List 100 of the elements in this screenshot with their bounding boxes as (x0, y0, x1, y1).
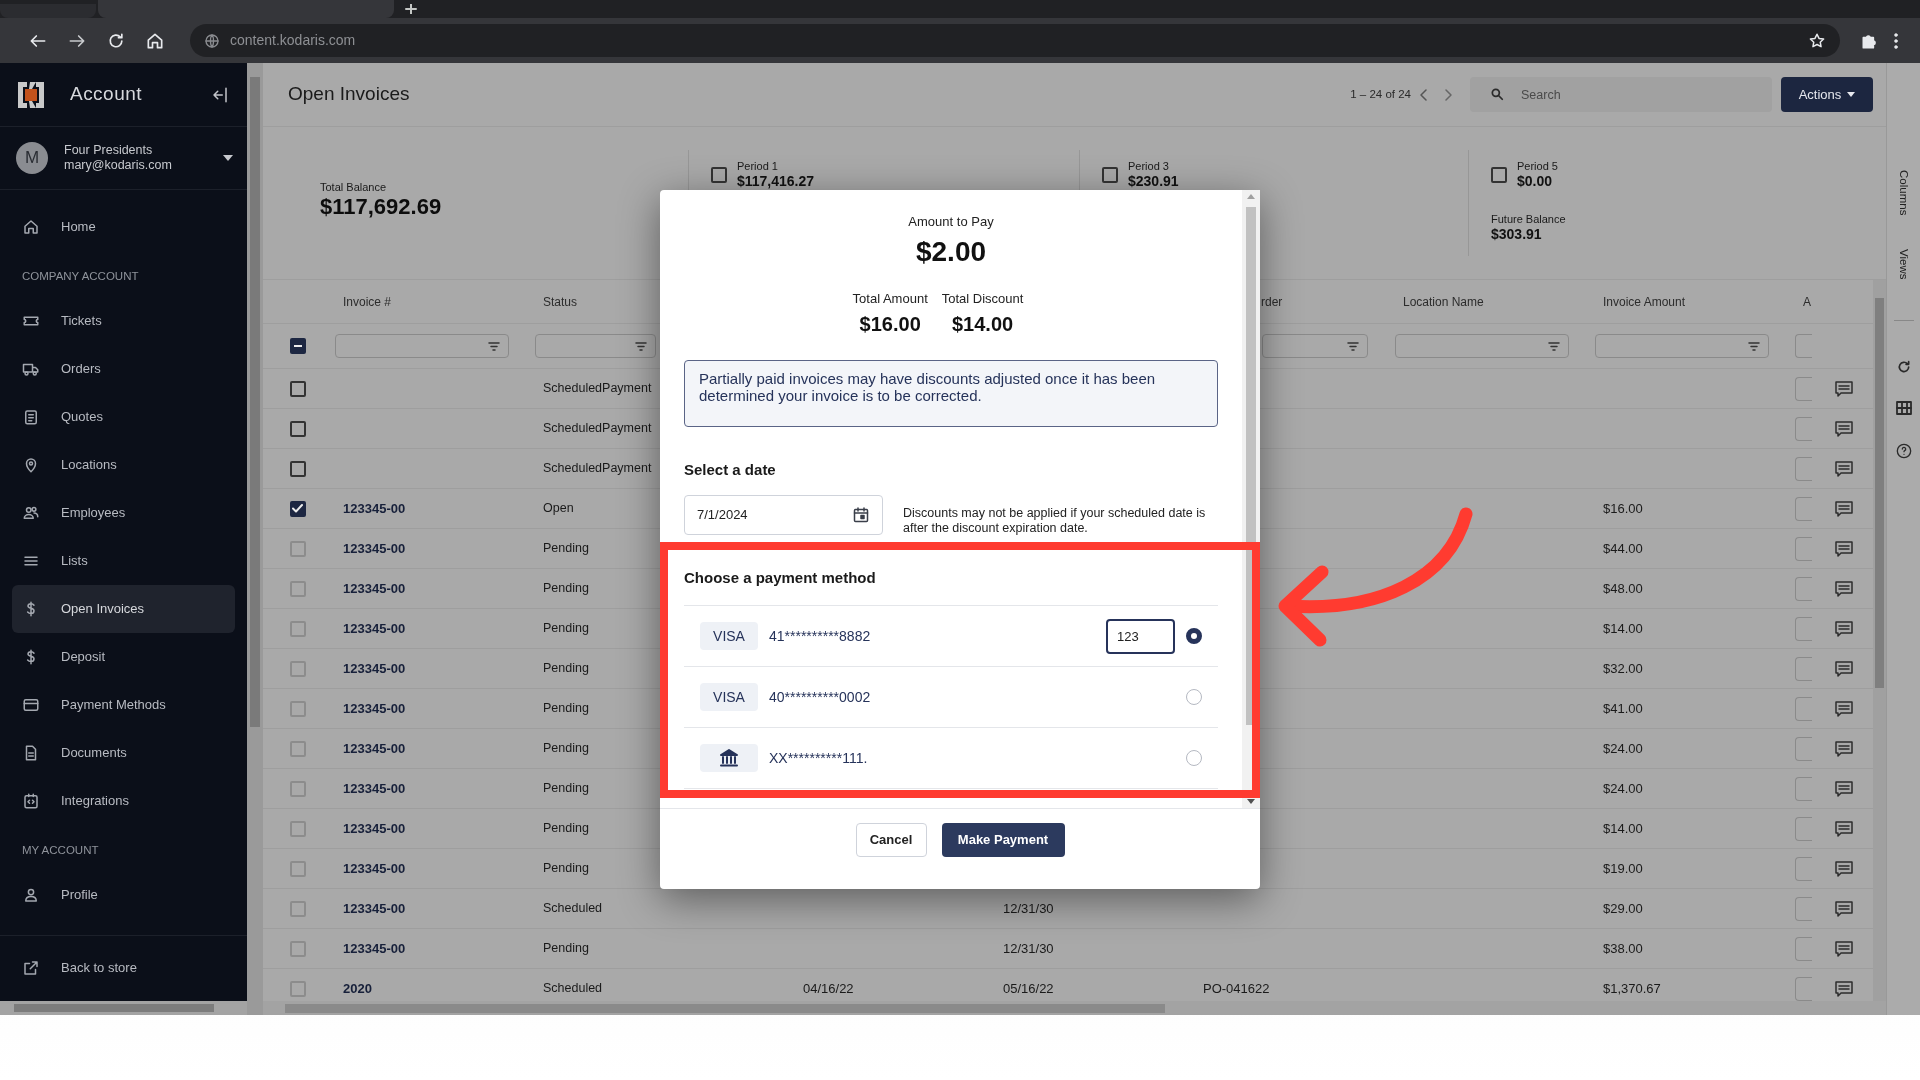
comment-icon[interactable] (1834, 380, 1853, 397)
nav-item[interactable]: Home (12, 203, 235, 251)
amount-input[interactable] (1795, 456, 1812, 481)
menu-icon[interactable] (1894, 32, 1898, 49)
comment-icon[interactable] (1834, 420, 1853, 437)
nav-item[interactable]: Tickets (12, 297, 235, 345)
amount-input[interactable] (1795, 976, 1812, 1001)
actions-button[interactable]: Actions (1781, 77, 1873, 112)
exit-icon[interactable] (211, 85, 229, 104)
radio-button[interactable] (1186, 628, 1202, 644)
scroll-up-icon[interactable] (1247, 194, 1255, 199)
comment-icon[interactable] (1834, 980, 1853, 997)
filter-field[interactable] (535, 334, 656, 358)
amount-input[interactable] (1795, 936, 1812, 961)
vertical-scrollbar[interactable] (247, 63, 263, 1015)
side-panel-tab[interactable]: Columns (1894, 170, 1913, 216)
amount-input[interactable] (1795, 896, 1812, 921)
nav-item[interactable]: Profile (12, 871, 235, 919)
checkbox[interactable] (289, 420, 306, 437)
table-cell-text: 12/31/30 (1002, 939, 1054, 958)
checkbox[interactable] (289, 380, 306, 397)
nav-item[interactable]: Integrations (12, 777, 235, 825)
filter-field[interactable] (1795, 334, 1812, 358)
comment-icon[interactable] (1834, 940, 1853, 957)
amount-input[interactable] (1795, 576, 1812, 601)
filter-icon[interactable] (1748, 341, 1760, 351)
checkbox[interactable] (1491, 167, 1507, 183)
nav-item[interactable]: Deposit (12, 633, 235, 681)
invoice-link[interactable]: 123345-00 (332, 498, 406, 519)
nav-item[interactable]: Open Invoices (12, 585, 235, 633)
scroll-down-icon[interactable] (1247, 799, 1255, 804)
star-icon[interactable] (1808, 31, 1826, 50)
vertical-scrollbar[interactable] (1873, 280, 1886, 1001)
comment-icon[interactable] (1834, 660, 1853, 677)
amount-input[interactable] (1795, 696, 1812, 721)
amount-input[interactable] (1795, 856, 1812, 881)
nav-item[interactable]: Quotes (12, 393, 235, 441)
side-panel-tab[interactable]: Views (1894, 249, 1913, 280)
amount-input[interactable] (1795, 736, 1812, 761)
comment-icon[interactable] (1834, 740, 1853, 757)
amount-input[interactable] (1795, 656, 1812, 681)
payment-method-row[interactable]: XX**********111. (684, 728, 1218, 789)
grid-icon[interactable] (1895, 400, 1912, 415)
comment-icon[interactable] (1834, 780, 1853, 797)
comment-icon[interactable] (1834, 620, 1853, 637)
new-tab-icon[interactable] (405, 4, 417, 14)
amount-input[interactable] (1795, 496, 1812, 521)
sidebar-title: Account (70, 82, 142, 107)
help-icon[interactable] (1895, 442, 1912, 459)
search-field[interactable]: Search (1470, 77, 1772, 112)
checkbox[interactable] (1102, 167, 1118, 183)
comment-icon[interactable] (1834, 900, 1853, 917)
home-icon (22, 218, 40, 236)
address-bar[interactable]: content.kodaris.com (190, 24, 1840, 57)
horizontal-scrollbar[interactable] (0, 1001, 247, 1015)
refresh-icon[interactable] (1895, 358, 1912, 375)
date-field[interactable]: 7/1/2024 (684, 495, 883, 535)
checkbox[interactable] (289, 500, 306, 517)
comment-icon[interactable] (1834, 540, 1853, 557)
chevron-right-icon[interactable] (1443, 88, 1453, 101)
filter-field[interactable] (335, 334, 509, 358)
nav-item[interactable]: Lists (12, 537, 235, 585)
amount-input[interactable] (1795, 816, 1812, 841)
payment-method-row[interactable]: VISA 41**********8882 123 (684, 606, 1218, 667)
nav-item[interactable]: Documents (12, 729, 235, 777)
payment-method-row[interactable]: VISA 40**********0002 (684, 667, 1218, 728)
nav-item[interactable]: Locations (12, 441, 235, 489)
filter-field[interactable] (1595, 334, 1769, 358)
total-balance-label: Total Balance (320, 180, 388, 194)
amount-input[interactable] (1795, 776, 1812, 801)
checkbox[interactable] (289, 460, 306, 477)
comment-icon[interactable] (1834, 700, 1853, 717)
comment-icon[interactable] (1834, 500, 1853, 517)
chevron-left-icon[interactable] (1419, 88, 1429, 101)
nav-item[interactable]: Employees (12, 489, 235, 537)
amount-input[interactable] (1795, 536, 1812, 561)
nav-item[interactable]: Payment Methods (12, 681, 235, 729)
period-value: $230.91 (1128, 173, 1179, 190)
filter-field[interactable] (1262, 334, 1368, 358)
account-switcher[interactable]: M Four Presidents mary@kodaris.com (0, 127, 247, 190)
checkbox[interactable] (711, 167, 727, 183)
cvv-field[interactable]: 123 (1106, 618, 1175, 654)
filter-icon[interactable] (1548, 341, 1560, 351)
filter-icon[interactable] (1347, 341, 1359, 351)
horizontal-scrollbar[interactable] (263, 1001, 1886, 1015)
filter-icon[interactable] (488, 341, 500, 351)
amount-input[interactable] (1795, 376, 1812, 401)
amount-input[interactable] (1795, 616, 1812, 641)
cancel-button[interactable]: Cancel (855, 823, 927, 857)
comment-icon[interactable] (1834, 860, 1853, 877)
comment-icon[interactable] (1834, 460, 1853, 477)
comment-icon[interactable] (1834, 580, 1853, 597)
filter-field[interactable] (1395, 334, 1569, 358)
amount-input[interactable] (1795, 416, 1812, 441)
select-all-checkbox[interactable] (289, 338, 306, 354)
nav-item[interactable]: Orders (12, 345, 235, 393)
back-to-store-link[interactable]: Back to store (12, 944, 235, 992)
filter-icon[interactable] (635, 341, 647, 351)
comment-icon[interactable] (1834, 820, 1853, 837)
make-payment-button[interactable]: Make Payment (941, 823, 1065, 857)
